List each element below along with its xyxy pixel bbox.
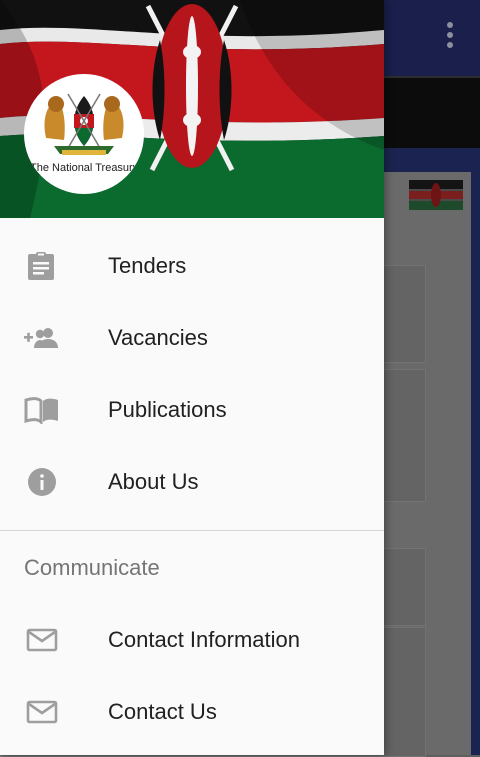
book-icon [24, 397, 58, 424]
info-icon [28, 468, 56, 496]
group-add-icon [24, 328, 58, 348]
treasury-logo: The National Treasury [24, 74, 144, 194]
navigation-drawer: The National Treasury Tenders Vacancies [0, 0, 384, 755]
logo-caption: The National Treasury [30, 162, 139, 174]
clipboard-icon [28, 252, 54, 280]
mail-icon [26, 628, 58, 652]
nav-label: Contact Us [108, 699, 217, 724]
drawer-header: The National Treasury [0, 0, 384, 218]
nav-item-vacancies[interactable]: Vacancies [0, 302, 384, 374]
nav-label: Tenders [108, 253, 187, 278]
nav-item-about-us[interactable]: About Us [0, 446, 384, 518]
nav-label: Vacancies [108, 325, 208, 350]
nav-item-publications[interactable]: Publications [0, 374, 384, 446]
nav-item-contact-us[interactable]: Contact Us [0, 676, 384, 748]
kenya-flag-icon [409, 180, 463, 210]
more-options-icon[interactable] [438, 18, 462, 54]
nav-item-tenders[interactable]: Tenders [0, 230, 384, 302]
section-divider [0, 530, 384, 531]
section-title: Communicate [24, 555, 160, 580]
nav-label: Publications [108, 397, 227, 422]
nav-label: About Us [108, 469, 199, 494]
nav-item-contact-information[interactable]: Contact Information [0, 604, 384, 676]
mail-icon [26, 700, 58, 724]
nav-label: Contact Information [108, 627, 300, 652]
